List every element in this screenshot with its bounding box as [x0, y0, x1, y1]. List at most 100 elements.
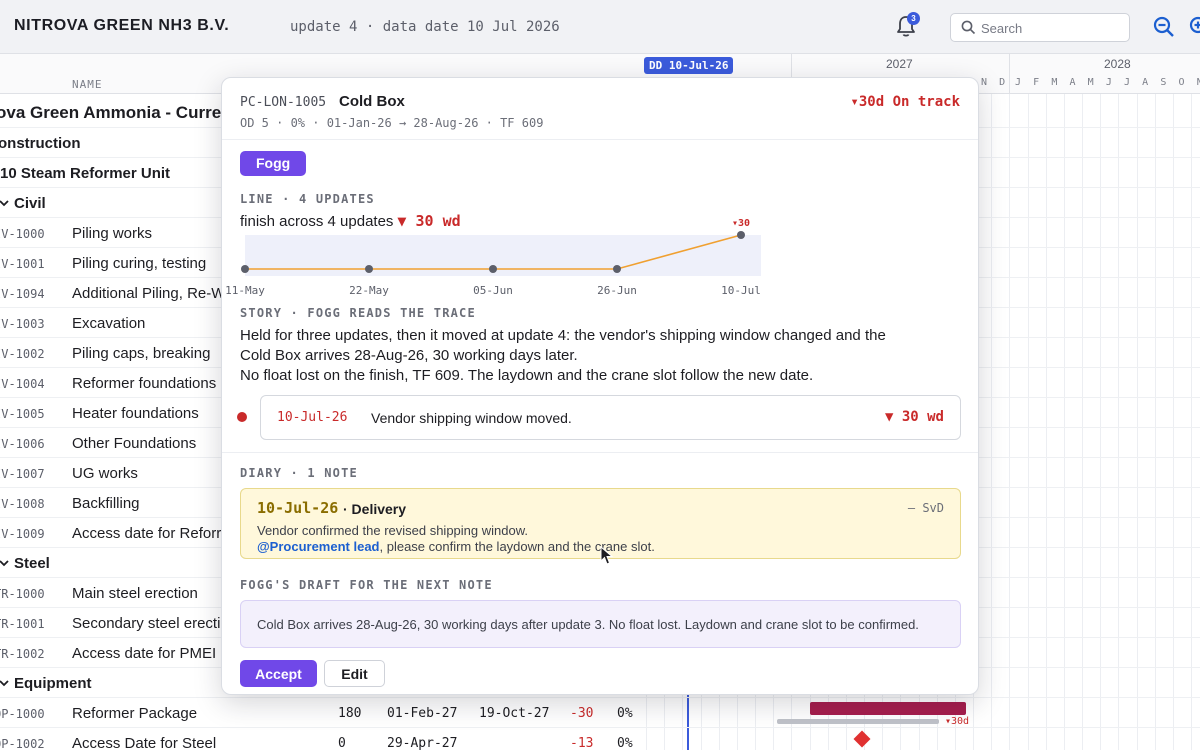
baseline-bar — [777, 719, 939, 724]
data-point[interactable] — [737, 231, 745, 239]
note-category: · Delivery — [343, 501, 407, 517]
activity-id: IV-1004 — [0, 377, 45, 391]
fogg-tab[interactable]: Fogg — [240, 151, 307, 176]
activity-id: IV-1094 — [0, 287, 45, 301]
activity-id: TR-1001 — [0, 617, 45, 631]
group-label: Equipment — [14, 675, 92, 692]
activity-name: Main steel erection — [72, 585, 198, 602]
table-row[interactable]: QP-1000 Reformer Package 180 01-Feb-27 19-Oc… — [0, 698, 1200, 728]
activity-id: IV-1005 — [0, 407, 45, 421]
activity-id: TR-1002 — [0, 647, 45, 661]
company-name: NITROVA GREEN NH3 B.V. — [14, 17, 230, 34]
search-input[interactable] — [981, 19, 1121, 37]
story-section-title: STORY · FOGG READS THE TRACE — [240, 306, 476, 320]
wbs-level-2: 10 Steam Reformer Unit — [0, 165, 171, 182]
event-date: 10-Jul-26 — [277, 410, 348, 425]
activity-name: Heater foundations — [72, 405, 199, 422]
zoom-out-icon[interactable] — [1152, 15, 1176, 39]
year-divider — [1009, 54, 1010, 94]
data-point[interactable] — [241, 265, 249, 273]
month-label: O — [1178, 77, 1185, 88]
activity-id: IV-1002 — [0, 347, 45, 361]
month-label: A — [1069, 77, 1076, 88]
activity-bar[interactable] — [810, 702, 966, 715]
duration: 0 — [338, 736, 346, 750]
note-body: Vendor confirmed the revised shipping wi… — [257, 523, 655, 555]
activity-id: IV-1008 — [0, 497, 45, 511]
chart-band — [245, 235, 761, 276]
year-label: 2027 — [886, 57, 913, 71]
divider — [222, 452, 978, 453]
update-info: update 4 · data date 10 Jul 2026 — [290, 19, 560, 35]
activity-title: Cold Box — [339, 93, 405, 110]
mouse-cursor-icon — [600, 546, 614, 565]
month-label: A — [1142, 77, 1149, 88]
month-label: F — [1033, 77, 1040, 88]
note-author: — SvD — [907, 501, 944, 515]
activity-name: Reformer foundations — [72, 375, 217, 392]
variance: -30 — [570, 706, 594, 721]
activity-name: Access date for PMEI — [72, 645, 217, 662]
percent-complete: 0% — [617, 706, 633, 721]
note-line: Vendor confirmed the revised shipping wi… — [257, 523, 528, 538]
story-line: Held for three updates, then it moved at… — [240, 327, 886, 344]
data-point[interactable] — [613, 265, 621, 273]
data-date-tag: DD 10-Jul-26 — [644, 57, 734, 74]
year-label: 2028 — [1104, 57, 1131, 71]
draft-note[interactable]: Cold Box arrives 28-Aug-26, 30 working d… — [240, 600, 961, 648]
accept-button[interactable]: Accept — [240, 660, 317, 687]
edit-button[interactable]: Edit — [324, 660, 385, 687]
draft-section-title: FOGG'S DRAFT FOR THE NEXT NOTE — [240, 578, 493, 592]
chevron-down-icon[interactable] — [0, 557, 10, 569]
activity-id: IV-1003 — [0, 317, 45, 331]
activity-id: IV-1007 — [0, 467, 45, 481]
activity-code: PC-LON-1005 — [240, 95, 327, 110]
line-section-title: LINE · 4 UPDATES — [240, 192, 375, 206]
search-icon — [961, 20, 976, 35]
note-line: @Procurement lead, please confirm the la… — [257, 539, 655, 555]
activity-id: QP-1002 — [0, 737, 45, 750]
activity-name: Other Foundations — [72, 435, 197, 452]
activity-name: Piling caps, breaking — [72, 345, 211, 362]
finish-date: 19-Oct-27 — [479, 706, 550, 721]
activity-name: Piling works — [72, 225, 153, 242]
group-label: Steel — [14, 555, 50, 572]
top-bar: NITROVA GREEN NH3 B.V. update 4 · data d… — [0, 0, 1200, 54]
diary-section-title: DIARY · 1 NOTE — [240, 466, 358, 480]
group-label: Civil — [14, 195, 46, 212]
finish-trend-chart: 11-May 22-May 05-Jun 26-Jun 10-Jul ▾30 — [225, 218, 761, 297]
start-date: 01-Feb-27 — [387, 706, 458, 721]
zoom-in-icon[interactable] — [1188, 15, 1200, 39]
activity-name: Backfilling — [72, 495, 140, 512]
search-box[interactable] — [950, 13, 1130, 42]
x-tick-label: 11-May — [225, 284, 265, 297]
activity-id: IV-1009 — [0, 527, 45, 541]
activity-id: TR-1000 — [0, 587, 45, 601]
duration: 180 — [338, 706, 362, 721]
activity-id: IV-1000 — [0, 227, 45, 241]
bar-variance-label: ▾30d — [945, 716, 970, 727]
table-row[interactable]: QP-1002 Access Date for Steel 0 29-Apr-27 -1… — [0, 728, 1200, 750]
data-label: ▾30 — [732, 218, 750, 229]
project-title: ova Green Ammonia - Curren — [0, 103, 232, 122]
variance: -13 — [570, 736, 594, 750]
x-tick-label: 26-Jun — [597, 284, 637, 297]
activity-name: Secondary steel erecti — [72, 615, 221, 632]
activity-popover: PC-LON-1005 Cold Box OD 5 · 0% · 01-Jan-… — [221, 77, 979, 695]
chevron-down-icon[interactable] — [0, 197, 10, 209]
popover-header: PC-LON-1005 Cold Box OD 5 · 0% · 01-Jan-… — [222, 78, 978, 140]
data-point[interactable] — [365, 265, 373, 273]
month-label: J — [1124, 77, 1131, 88]
data-point[interactable] — [489, 265, 497, 273]
story-text: Held for three updates, then it moved at… — [240, 326, 960, 386]
chevron-down-icon[interactable] — [0, 677, 10, 689]
event-marker-icon — [237, 412, 247, 422]
mention-link[interactable]: @Procurement lead — [257, 539, 380, 554]
draft-text: Cold Box arrives 28-Aug-26, 30 working d… — [257, 617, 919, 632]
event-card[interactable]: 10-Jul-26 Vendor shipping window moved. … — [260, 395, 961, 440]
note-date: 10-Jul-26 — [257, 499, 339, 517]
x-tick-label: 22-May — [349, 284, 389, 297]
month-label: J — [1014, 77, 1022, 88]
activity-name: Excavation — [72, 315, 146, 332]
activity-summary: OD 5 · 0% · 01-Jan-26 → 28-Aug-26 · TF 6… — [240, 116, 544, 130]
